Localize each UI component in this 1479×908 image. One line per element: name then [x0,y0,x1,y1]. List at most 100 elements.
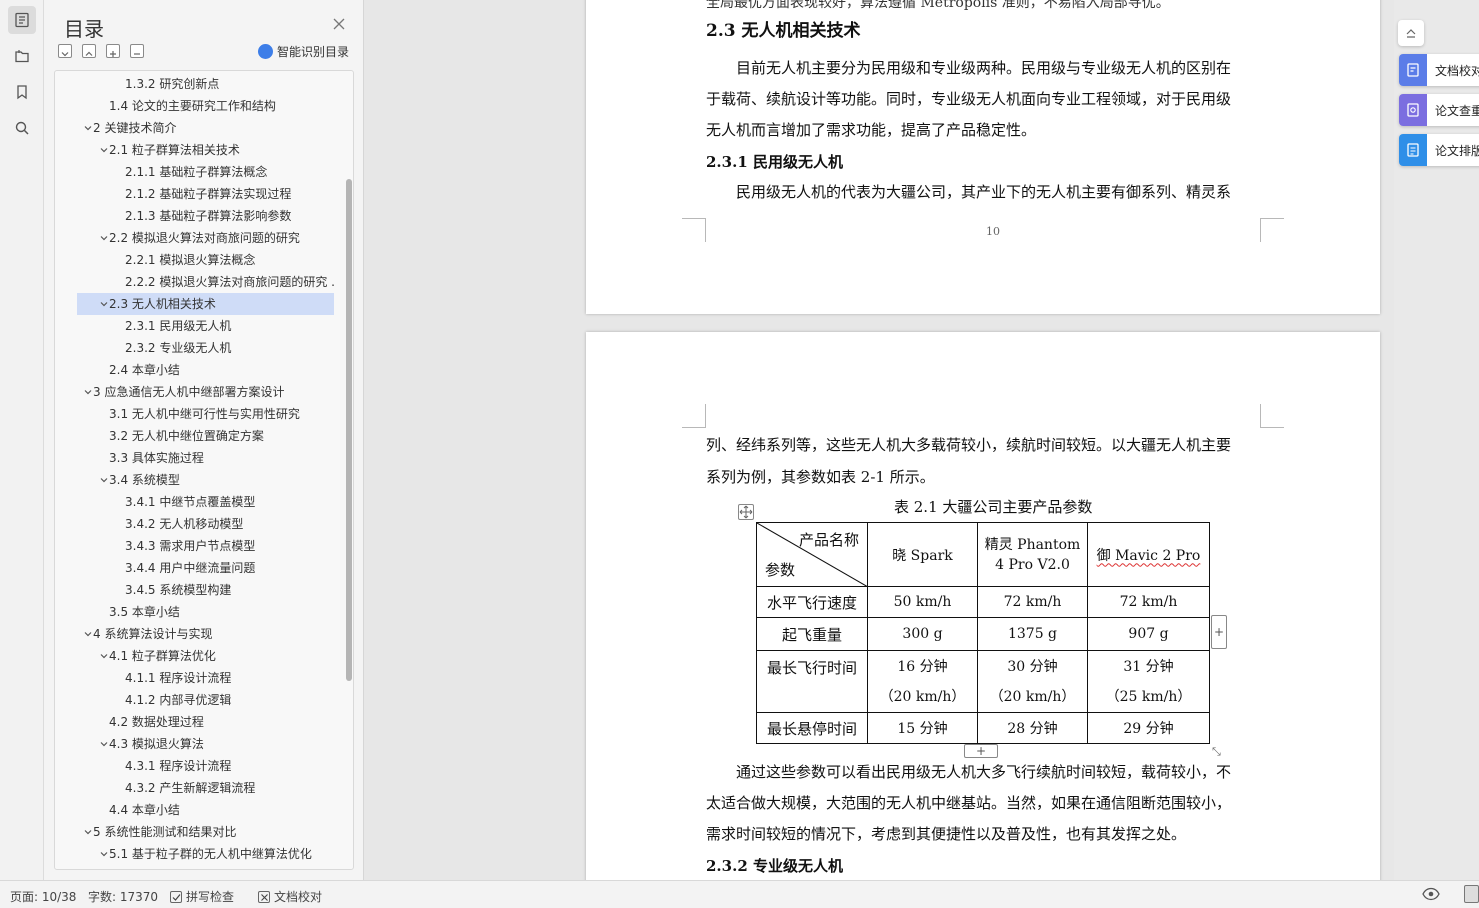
toc-item[interactable]: 3.4.1 中继节点覆盖模型 [77,491,334,513]
chevron-down-icon[interactable] [99,843,109,865]
toc-item[interactable]: 2.3 无人机相关技术 [77,293,334,315]
paragraph-line: 通过这些参数可以看出民用级无人机大多飞行续航时间较短，载荷较小，不 [706,763,1232,781]
toc-item-label: 2 关键技术简介 [93,121,177,135]
chevron-down-icon[interactable] [99,469,109,491]
paragraph-line: 于载荷、续航设计等功能。同时，专业级无人机面向专业工程领域，对于民用级 [706,90,1232,108]
table-cell: 907 g [1087,617,1210,651]
chapter-nav-icon[interactable] [8,42,36,70]
toc-item[interactable]: 2 关键技术简介 [77,117,334,139]
subsection-heading: 2.3.2 专业级无人机 [706,857,843,875]
toc-item[interactable]: 3.3 具体实施过程 [77,447,334,469]
toc-scrollbar[interactable] [346,179,352,681]
proofread-tool[interactable]: 文档校对 [1399,54,1479,86]
remove-heading-icon[interactable] [130,44,144,58]
toc-item[interactable]: 3 应急通信无人机中继部署方案设计 [77,381,334,403]
toc-item[interactable]: 2.3.2 专业级无人机 [77,337,334,359]
search-icon[interactable] [8,114,36,142]
margin-mark [1260,218,1284,242]
toc-item[interactable]: 2.3.1 民用级无人机 [77,315,334,337]
page-indicator[interactable]: 页面: 10/38 [10,888,76,905]
toc-item[interactable]: 2.1.1 基础粒子群算法概念 [77,161,334,183]
toc-title: 目录 [64,17,104,41]
table-move-handle[interactable] [738,504,754,520]
table-corner-cell: 产品名称 参数 [756,522,868,587]
chevron-down-icon[interactable] [83,117,93,139]
toc-item[interactable]: 5 系统性能测试和结果对比 [77,821,334,843]
toc-item[interactable]: 4.4 本章小结 [77,799,334,821]
toc-item[interactable]: 3.4.4 用户中继流量问题 [77,557,334,579]
corner-bottom-label: 参数 [765,561,796,579]
document-check-icon [1399,54,1427,86]
toc-item[interactable]: 3.4.5 系统模型构建 [77,579,334,601]
collapse-all-icon[interactable] [58,44,72,58]
section-heading: 2.3 无人机相关技术 [706,21,861,41]
chevron-down-icon[interactable] [83,623,93,645]
row-label: 水平飞行速度 [756,586,868,618]
toc-item[interactable]: 2.4 本章小结 [77,359,334,381]
toc-icon[interactable] [8,6,36,34]
toc-item-label: 4.3 模拟退火算法 [109,737,204,751]
toc-item[interactable]: 3.4.2 无人机移动模型 [77,513,334,535]
toc-item[interactable]: 4 系统算法设计与实现 [77,623,334,645]
toc-item[interactable]: 2.1.3 基础粒子群算法影响参数 [77,205,334,227]
bookmark-icon[interactable] [8,78,36,106]
chevron-down-icon[interactable] [99,645,109,667]
spell-check-toggle[interactable]: 拼写检查 [170,888,234,905]
toc-item[interactable]: 3.5 本章小结 [77,601,334,623]
chevron-down-icon[interactable] [83,821,93,843]
thesis-format-tool[interactable]: 论文排版 [1399,134,1479,166]
toc-item[interactable]: 3.1 无人机中继可行性与实用性研究 [77,403,334,425]
resize-table-icon[interactable]: ⤡ [1212,745,1226,759]
add-column-button[interactable]: + [1211,615,1227,649]
row-label: 起飞重量 [756,617,868,651]
chevron-down-icon[interactable] [99,293,109,315]
toc-item[interactable]: 2.2.2 模拟退火算法对商旅问题的研究 ... [77,271,334,293]
tool-label: 论文排版 [1435,143,1479,158]
toc-item-label: 3.1 无人机中继可行性与实用性研究 [109,407,300,421]
toc-item[interactable]: 1.4 论文的主要研究工作和结构 [77,95,334,117]
toc-item[interactable]: 3.2 无人机中继位置确定方案 [77,425,334,447]
expand-all-icon[interactable] [82,44,96,58]
toc-item[interactable]: 4.3.1 程序设计流程 [77,755,334,777]
view-mode-icon[interactable] [1464,885,1479,903]
corner-top-label: 产品名称 [798,531,859,549]
margin-mark [1260,404,1284,428]
collapse-tools-icon[interactable] [1398,20,1424,46]
toc-item-label: 3.2 无人机中继位置确定方案 [109,429,264,443]
header-text: 御 Mavic 2 Pro [1096,547,1201,564]
chevron-down-icon[interactable] [99,139,109,161]
eye-icon[interactable] [1422,887,1440,904]
add-row-button[interactable]: + [964,744,998,758]
toc-item[interactable]: 2.2 模拟退火算法对商旅问题的研究 [77,227,334,249]
plagiarism-check-tool[interactable]: 论文查重 [1399,94,1479,126]
toc-item[interactable]: 4.1.1 程序设计流程 [77,667,334,689]
toc-item[interactable]: 4.3 模拟退火算法 [77,733,334,755]
chevron-down-icon[interactable] [83,381,93,403]
paragraph-line: 民用级无人机的代表为大疆公司，其产业下的无人机主要有御系列、精灵系 [706,183,1232,201]
chevron-down-icon[interactable] [99,227,109,249]
paragraph-line: 无人机而言增加了需求功能，提高了产品稳定性。 [706,121,1037,139]
toc-item[interactable]: 2.1 粒子群算法相关技术 [77,139,334,161]
toc-item[interactable]: 2.2.1 模拟退火算法概念 [77,249,334,271]
toc-item[interactable]: 4.1.2 内部寻优逻辑 [77,689,334,711]
toc-item-label: 2.4 本章小结 [109,363,180,377]
proofread-toggle[interactable]: 文档校对 [258,888,322,905]
toc-item[interactable]: 5.1 基于粒子群的无人机中继算法优化 [77,843,334,865]
toc-item[interactable]: 3.4.3 需求用户节点模型 [77,535,334,557]
close-icon[interactable] [332,16,346,30]
cell-line: （25 km/h） [1105,688,1192,705]
toc-item-label: 3.4.1 中继节点覆盖模型 [125,495,256,509]
toc-item-label: 2.3.2 专业级无人机 [125,341,232,355]
toc-item[interactable]: 1.3.2 研究创新点 [77,73,334,95]
product-table[interactable]: 产品名称 参数 晓 Spark 精灵 Phantom 4 Pro V2.0 御 M… [756,522,1210,744]
toc-item-label: 5.1 基于粒子群的无人机中继算法优化 [109,847,312,861]
toc-item[interactable]: 4.1 粒子群算法优化 [77,645,334,667]
word-count[interactable]: 字数: 17370 [88,888,158,905]
toc-item[interactable]: 4.3.2 产生新解逻辑流程 [77,777,334,799]
add-heading-icon[interactable] [106,44,120,58]
toc-item[interactable]: 3.4 系统模型 [77,469,334,491]
smart-toc-button[interactable]: 智能识别目录 [258,43,349,60]
chevron-down-icon[interactable] [99,733,109,755]
toc-item[interactable]: 2.1.2 基础粒子群算法实现过程 [77,183,334,205]
toc-item[interactable]: 4.2 数据处理过程 [77,711,334,733]
